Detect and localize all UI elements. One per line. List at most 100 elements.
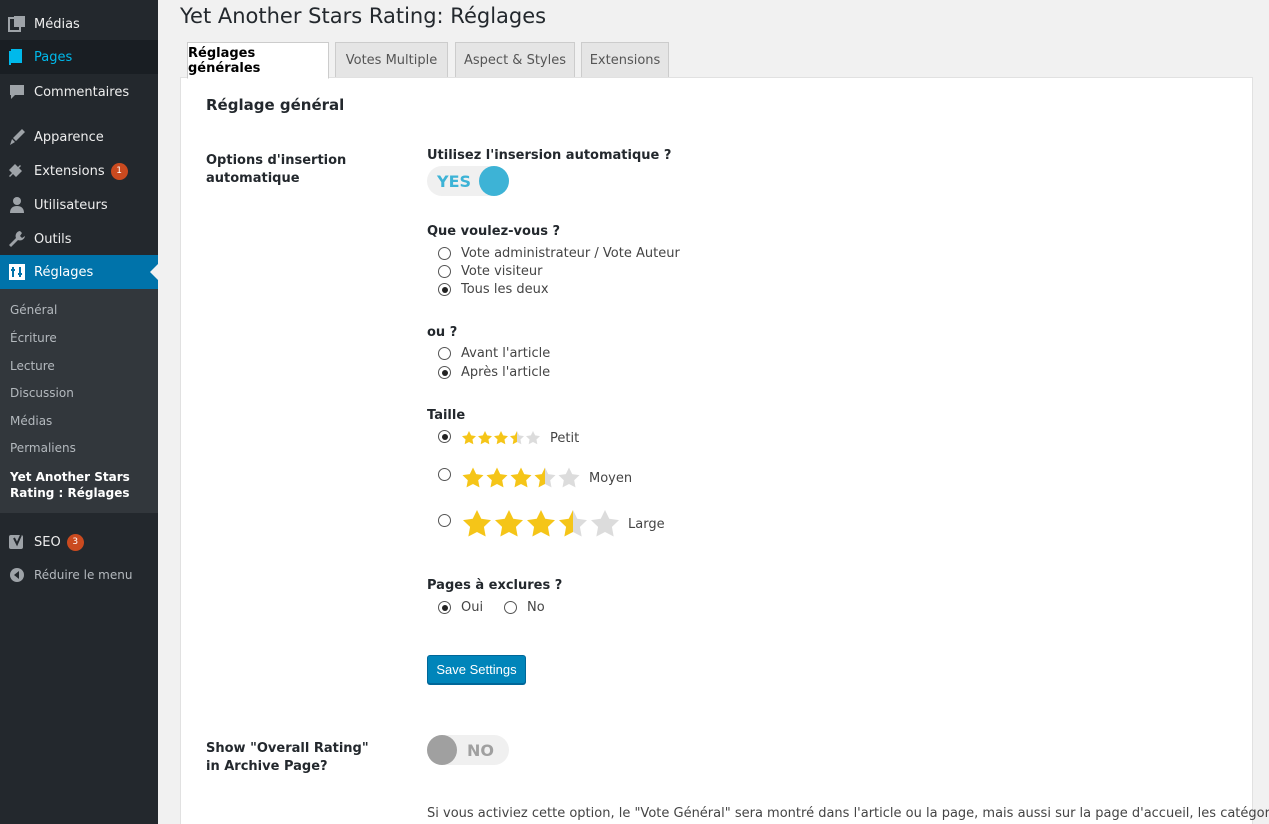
radio-size-large[interactable] — [438, 514, 461, 527]
tab-aspect-styles[interactable]: Aspect & Styles — [455, 42, 575, 78]
star-icon — [558, 467, 580, 488]
sidebar-item-reglages[interactable]: Réglages — [0, 255, 158, 289]
comments-icon — [7, 82, 27, 102]
size-label-moyen: Moyen — [589, 471, 633, 486]
submenu-lecture[interactable]: Lecture — [10, 359, 55, 373]
auto-insert-row-label: Options d'insertion automatique — [206, 153, 347, 186]
star-icon — [591, 510, 619, 537]
auto-insert-toggle[interactable]: YES — [427, 166, 509, 196]
collapse-menu-button[interactable]: Réduire le menu — [0, 558, 158, 592]
radio-avant-article[interactable]: Avant l'article — [438, 346, 550, 361]
star-rating-medium — [461, 466, 581, 490]
radio-button[interactable] — [438, 265, 451, 278]
sidebar-item-outils[interactable]: Outils — [0, 222, 158, 256]
submenu-medias[interactable]: Médias — [10, 414, 52, 428]
radio-button[interactable] — [438, 468, 451, 481]
star-icon — [527, 510, 555, 537]
star-icon — [510, 467, 532, 488]
radio-button[interactable] — [438, 247, 451, 260]
size-question: Taille — [427, 408, 466, 423]
radio-button[interactable] — [438, 366, 451, 379]
admin-sidebar: Médias Pages Commentaires Apparence Exte… — [0, 0, 158, 824]
radio-tous-les-deux[interactable]: Tous les deux — [438, 282, 549, 297]
star-icon — [559, 510, 587, 537]
star-rating-small — [461, 430, 541, 446]
tools-icon — [7, 229, 27, 249]
submenu-yasr-settings[interactable]: Yet Another Stars Rating : Réglages — [10, 469, 140, 501]
tab-reglages-generales[interactable]: Réglages générales — [187, 42, 329, 79]
submenu-ecriture[interactable]: Écriture — [10, 331, 57, 345]
submenu-permaliens[interactable]: Permaliens — [10, 441, 76, 455]
page-title: Yet Another Stars Rating: Réglages — [180, 4, 547, 28]
star-icon — [534, 467, 556, 488]
settings-icon — [7, 262, 27, 282]
save-settings-button[interactable]: Save Settings — [427, 655, 526, 684]
radio-size-petit[interactable] — [438, 430, 461, 443]
radio-button[interactable] — [438, 347, 451, 360]
sidebar-item-apparence[interactable]: Apparence — [0, 120, 158, 154]
toggle-state-label: NO — [467, 741, 494, 760]
section-title: Réglage général — [206, 96, 345, 114]
star-icon — [495, 510, 523, 537]
toggle-knob — [427, 735, 457, 765]
sidebar-item-pages[interactable]: Pages — [0, 40, 158, 74]
radio-button[interactable] — [438, 430, 451, 443]
submenu-general[interactable]: Général — [10, 303, 57, 317]
radio-label: No — [527, 600, 545, 615]
toggle-state-label: YES — [437, 172, 472, 191]
appearance-icon — [7, 127, 27, 147]
toggle-knob — [479, 166, 509, 196]
size-label-petit: Petit — [550, 431, 580, 446]
radio-vote-admin[interactable]: Vote administrateur / Vote Auteur — [438, 246, 680, 261]
collapse-icon — [7, 565, 27, 585]
sidebar-item-extensions[interactable]: Extensions 1 — [0, 154, 158, 188]
star-icon — [463, 510, 491, 537]
star-rating-large — [461, 508, 621, 540]
star-icon — [486, 467, 508, 488]
radio-vote-visiteur[interactable]: Vote visiteur — [438, 264, 542, 279]
star-icon — [462, 431, 476, 445]
radio-apres-article[interactable]: Après l'article — [438, 365, 550, 380]
sidebar-item-utilisateurs[interactable]: Utilisateurs — [0, 188, 158, 222]
star-icon — [510, 431, 524, 445]
where-question: ou ? — [427, 325, 458, 340]
sidebar-item-commentaires[interactable]: Commentaires — [0, 75, 158, 109]
radio-label: Tous les deux — [461, 282, 549, 297]
radio-button[interactable] — [504, 601, 517, 614]
tab-extensions[interactable]: Extensions — [581, 42, 669, 78]
radio-label: Vote administrateur / Vote Auteur — [461, 246, 680, 261]
submenu-discussion[interactable]: Discussion — [10, 386, 74, 400]
radio-label: Après l'article — [461, 365, 551, 380]
overall-rating-row-label: Show "Overall Rating" in Archive Page? — [206, 741, 369, 774]
overall-rating-description: Si vous activiez cette option, le "Vote … — [427, 806, 1269, 821]
radio-button[interactable] — [438, 514, 451, 527]
settings-panel: Réglage général Options d'insertion auto… — [180, 77, 1269, 824]
radio-button[interactable] — [438, 283, 451, 296]
pages-icon — [7, 47, 27, 67]
radio-exclude-oui[interactable]: Oui — [438, 600, 483, 615]
overall-rating-toggle[interactable]: NO — [427, 735, 509, 765]
plugins-icon — [7, 161, 27, 181]
star-icon — [494, 431, 508, 445]
radio-label: Vote visiteur — [461, 264, 543, 279]
sidebar-item-seo[interactable]: SEO 3 — [0, 525, 158, 559]
sidebar-item-medias[interactable]: Médias — [0, 7, 158, 41]
yoast-icon — [7, 532, 27, 552]
users-icon — [7, 195, 27, 215]
plugin-update-badge: 1 — [110, 162, 128, 180]
star-icon — [478, 431, 492, 445]
radio-exclude-no[interactable]: No — [504, 600, 545, 615]
tab-votes-multiple[interactable]: Votes Multiple — [335, 42, 448, 78]
star-icon — [526, 431, 540, 445]
what-question: Que voulez-vous ? — [427, 224, 561, 239]
media-icon — [7, 14, 27, 34]
auto-insert-question: Utilisez l'insersion automatique ? — [427, 148, 672, 163]
seo-notification-badge: 3 — [66, 533, 84, 551]
radio-button[interactable] — [438, 601, 451, 614]
settings-submenu: Général Écriture Lecture Discussion Médi… — [0, 289, 158, 513]
size-label-large: Large — [628, 517, 665, 532]
star-icon — [462, 467, 484, 488]
radio-size-moyen[interactable] — [438, 468, 461, 481]
radio-label: Avant l'article — [461, 346, 551, 361]
exclude-question: Pages à exclures ? — [427, 578, 563, 593]
